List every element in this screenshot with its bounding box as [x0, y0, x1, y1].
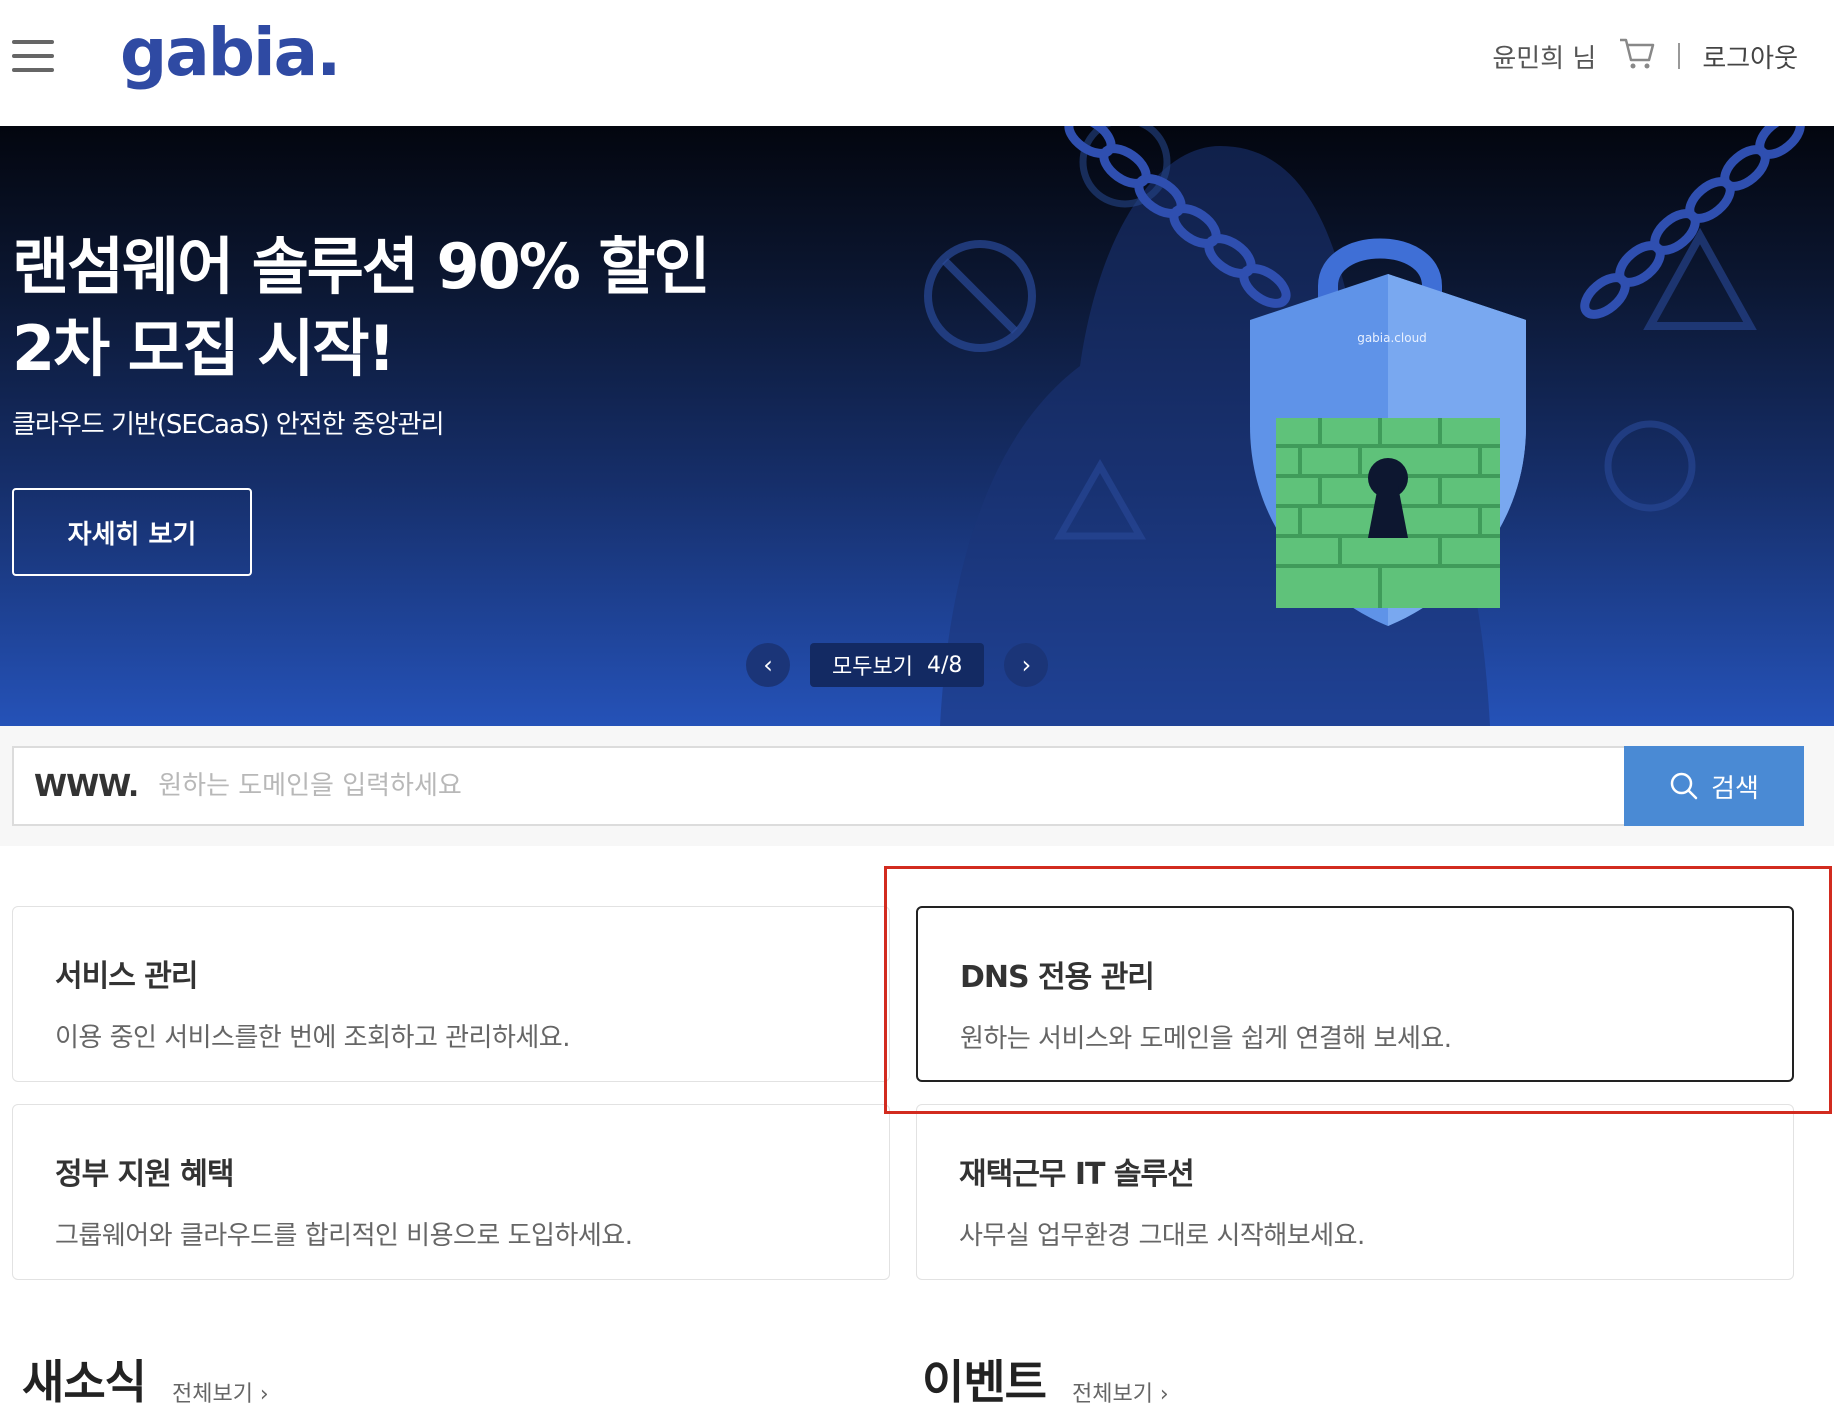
dns-management-card[interactable]: DNS 전용 관리 원하는 서비스와 도메인을 쉽게 연결해 보세요.: [916, 906, 1794, 1082]
slide-counter: 4/8: [927, 653, 962, 678]
logout-link[interactable]: 로그아웃: [1702, 38, 1798, 75]
www-prefix: WWW.: [34, 768, 139, 804]
banner-title-line1: 랜섬웨어 솔루션 90% 할인: [12, 230, 711, 303]
prev-slide-button[interactable]: ‹: [746, 643, 790, 687]
security-lock-illustration: gabia.cloud: [924, 126, 1805, 726]
banner-title: 랜섬웨어 솔루션 90% 할인 2차 모집 시작!: [12, 226, 711, 390]
logo-text: gabia: [120, 14, 318, 91]
view-all-label: 모두보기: [832, 655, 913, 680]
slide-total: 8: [948, 652, 963, 678]
banner-subtitle: 클라우드 기반(SECaaS) 안전한 중앙관리: [12, 410, 444, 440]
gov-support-card[interactable]: 정부 지원 혜택 그룹웨어와 클라우드를 합리적인 비용으로 도입하세요.: [12, 1104, 890, 1280]
card-title: DNS 전용 관리: [960, 960, 1155, 995]
search-icon: [1670, 772, 1698, 800]
view-all-button[interactable]: 모두보기 4/8: [810, 643, 985, 687]
chevron-left-icon: ‹: [763, 651, 773, 679]
cart-icon[interactable]: [1618, 36, 1656, 77]
card-description: 그룹웨어와 클라우드를 합리적인 비용으로 도입하세요.: [55, 1221, 633, 1251]
events-title: 이벤트: [922, 1355, 1047, 1409]
promo-banner[interactable]: gabia.cloud 랜섬웨어 솔루션 90% 할인 2차 모집 시작! 클라…: [0, 126, 1834, 726]
card-title: 재택근무 IT 솔루션: [959, 1157, 1195, 1192]
detail-button[interactable]: 자세히 보기: [12, 488, 252, 576]
service-management-card[interactable]: 서비스 관리 이용 중인 서비스를한 번에 조회하고 관리하세요.: [12, 906, 890, 1082]
remote-work-card[interactable]: 재택근무 IT 솔루션 사무실 업무환경 그대로 시작해보세요.: [916, 1104, 1794, 1280]
news-title: 새소식: [22, 1355, 147, 1409]
card-title: 정부 지원 혜택: [55, 1157, 235, 1192]
card-description: 이용 중인 서비스를한 번에 조회하고 관리하세요.: [55, 1023, 571, 1053]
top-header: gabia. 윤민희 님 로그아웃: [0, 0, 1834, 126]
next-slide-button[interactable]: ›: [1004, 643, 1049, 687]
brand-tag: gabia.cloud: [1357, 331, 1427, 345]
header-divider: [1678, 43, 1681, 69]
user-name[interactable]: 윤민희 님: [1492, 38, 1596, 75]
user-menu: 윤민희 님 로그아웃: [1492, 32, 1798, 80]
gabia-logo[interactable]: gabia.: [120, 14, 341, 91]
menu-icon[interactable]: [12, 38, 54, 74]
search-button-label: 검색: [1711, 773, 1759, 804]
events-section-header: 이벤트 전체보기 ›: [922, 1346, 1169, 1412]
events-view-all-link[interactable]: 전체보기 ›: [1072, 1376, 1169, 1408]
slide-current: 4: [926, 652, 941, 678]
domain-search-box: WWW.: [12, 746, 1624, 826]
card-description: 사무실 업무환경 그대로 시작해보세요.: [959, 1221, 1365, 1251]
card-title: 서비스 관리: [55, 959, 198, 994]
logo-dot: .: [316, 14, 341, 91]
search-button[interactable]: 검색: [1624, 746, 1804, 826]
domain-search-area: WWW. 검색: [0, 726, 1834, 846]
news-view-all-link[interactable]: 전체보기 ›: [172, 1376, 269, 1408]
chevron-right-icon: ›: [1021, 651, 1032, 679]
news-section-header: 새소식 전체보기 ›: [22, 1346, 269, 1412]
banner-pager: ‹ 모두보기 4/8 ›: [746, 642, 1049, 688]
domain-search-input[interactable]: [156, 770, 1624, 802]
card-description: 원하는 서비스와 도메인을 쉽게 연결해 보세요.: [960, 1024, 1452, 1054]
banner-title-line2: 2차 모집 시작!: [12, 312, 396, 385]
